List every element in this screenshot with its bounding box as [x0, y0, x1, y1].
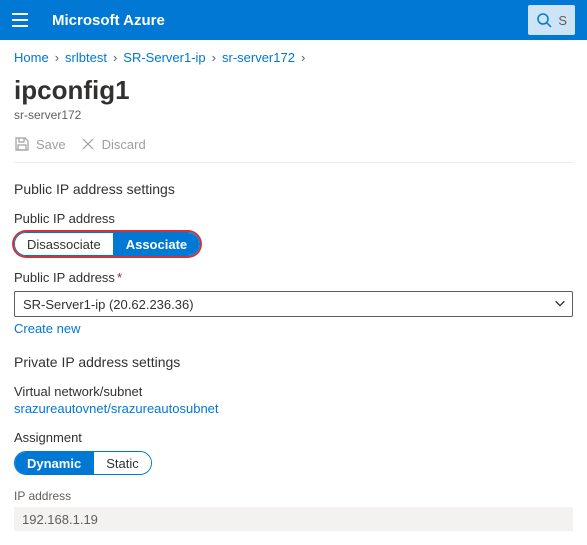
vnet-label: Virtual network/subnet [14, 384, 573, 399]
breadcrumb-item[interactable]: SR-Server1-ip [123, 50, 205, 65]
static-button[interactable]: Static [94, 452, 151, 474]
breadcrumb-item[interactable]: Home [14, 50, 49, 65]
breadcrumb-item[interactable]: sr-server172 [222, 50, 295, 65]
public-ip-select[interactable]: SR-Server1-ip (20.62.236.36) [14, 291, 573, 317]
create-new-link[interactable]: Create new [14, 321, 80, 336]
save-button[interactable]: Save [14, 136, 66, 152]
assignment-toggle: Dynamic Static [14, 451, 152, 475]
save-label: Save [36, 137, 66, 152]
chevron-right-icon: › [210, 50, 218, 65]
section-title-public-ip: Public IP address settings [14, 181, 573, 197]
search-input[interactable]: S [528, 5, 575, 35]
disassociate-button[interactable]: Disassociate [15, 233, 114, 255]
assignment-label: Assignment [14, 430, 573, 445]
page-title: ipconfig1 [14, 75, 573, 106]
associate-button[interactable]: Associate [114, 233, 199, 255]
breadcrumb: Home › srlbtest › SR-Server1-ip › sr-ser… [0, 40, 587, 69]
ip-address-value: 192.168.1.19 [14, 507, 573, 531]
close-icon [80, 136, 96, 152]
section-title-private-ip: Private IP address settings [14, 354, 573, 370]
discard-button[interactable]: Discard [80, 136, 146, 152]
toolbar: Save Discard [14, 136, 573, 163]
topbar: Microsoft Azure S [0, 0, 587, 40]
chevron-down-icon [553, 296, 567, 310]
search-placeholder: S [558, 13, 567, 28]
public-ip-select-value: SR-Server1-ip (20.62.236.36) [23, 297, 194, 312]
vnet-link[interactable]: srazureautovnet/srazureautosubnet [14, 401, 219, 416]
public-ip-toggle-label: Public IP address [14, 211, 573, 226]
brand-title: Microsoft Azure [52, 12, 165, 29]
search-icon [536, 12, 552, 28]
ip-address-label: IP address [14, 489, 573, 503]
public-ip-select-label: Public IP address* [14, 270, 573, 285]
public-ip-toggle: Disassociate Associate [14, 232, 200, 256]
chevron-right-icon: › [111, 50, 119, 65]
page-subtitle: sr-server172 [14, 108, 573, 122]
breadcrumb-item[interactable]: srlbtest [65, 50, 107, 65]
dynamic-button[interactable]: Dynamic [15, 452, 94, 474]
chevron-right-icon: › [53, 50, 61, 65]
save-icon [14, 136, 30, 152]
discard-label: Discard [102, 137, 146, 152]
chevron-right-icon: › [299, 50, 307, 65]
hamburger-menu-icon[interactable] [12, 9, 34, 31]
